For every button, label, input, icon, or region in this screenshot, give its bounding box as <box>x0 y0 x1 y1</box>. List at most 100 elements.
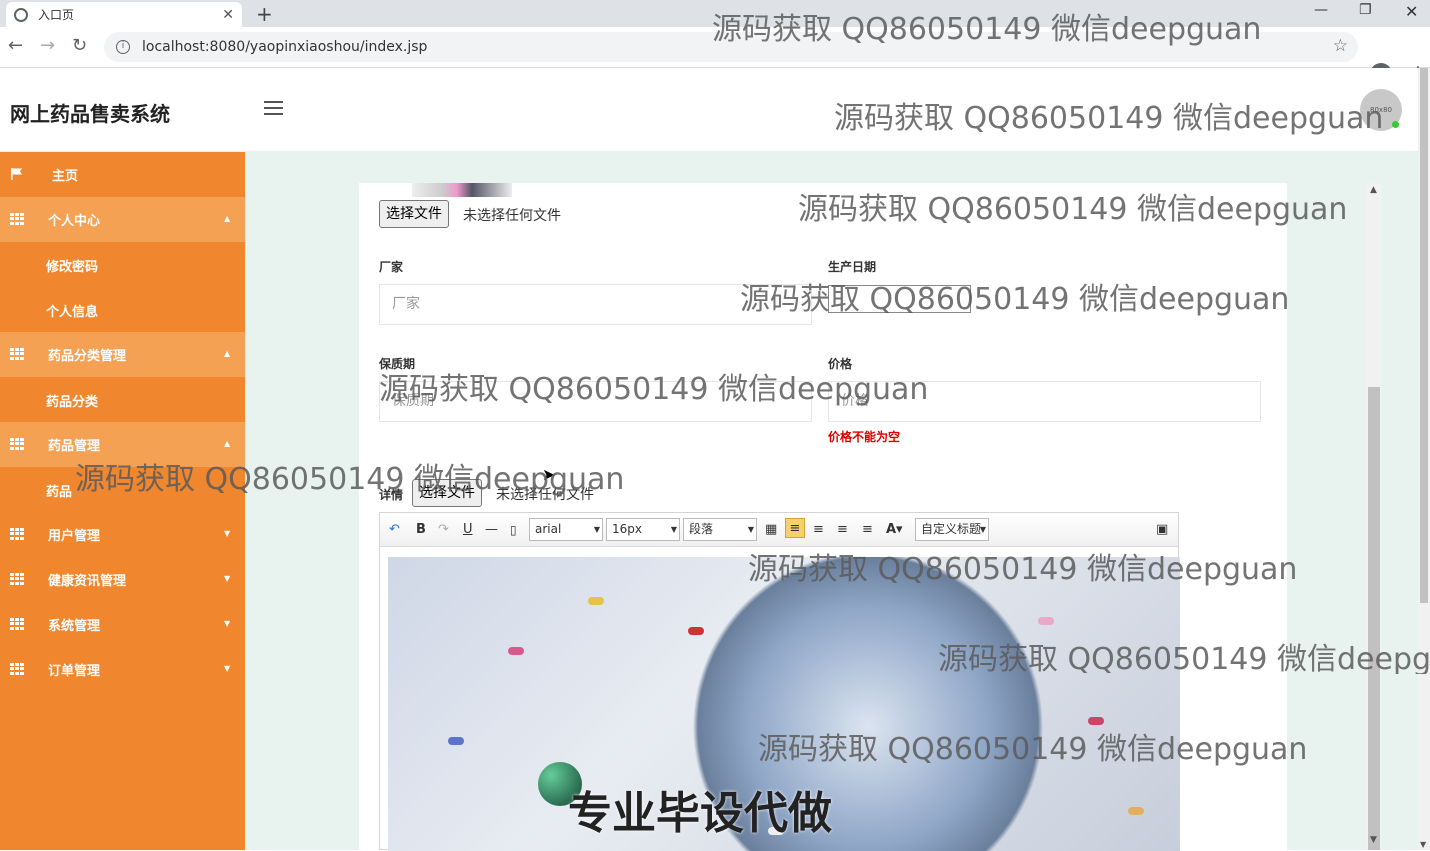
grid-icon <box>10 528 24 540</box>
no-file-text: 未选择任何文件 <box>463 208 561 224</box>
watermark-text: 源码获取 QQ86050149 微信deepguan <box>834 101 1384 136</box>
grid-icon <box>10 438 24 450</box>
pill-decoration <box>448 737 464 745</box>
sidebar: 主页 个人中心 ▲ 修改密码 个人信息 药品分类管理 ▲ 药品分类 药品管理 ▲… <box>0 152 245 850</box>
caret-down-icon: ▼ <box>224 529 231 538</box>
pill-decoration <box>1038 617 1054 625</box>
sidebar-item-personal-center[interactable]: 个人中心 ▲ <box>0 197 245 242</box>
align-left-icon[interactable]: ≡ <box>785 518 805 538</box>
hamburger-menu-icon[interactable] <box>264 101 283 115</box>
grid-icon <box>10 663 24 675</box>
new-tab-icon[interactable]: + <box>256 2 273 26</box>
dropdown-arrow-icon: ▼ <box>670 525 677 534</box>
underline-icon[interactable]: U <box>463 520 473 540</box>
sidebar-subitem-label: 修改密码 <box>46 260 99 275</box>
sidebar-subitem-change-password[interactable]: 修改密码 <box>0 242 245 287</box>
sidebar-item-label: 药品管理 <box>48 439 101 454</box>
production-date-label: 生产日期 <box>828 260 877 274</box>
caret-down-icon: ▼ <box>224 664 231 673</box>
browser-tab[interactable]: 入口页 ✕ <box>6 2 242 27</box>
page-icon[interactable]: ▯ <box>510 520 517 540</box>
sidebar-item-user-mgmt[interactable]: 用户管理 ▼ <box>0 512 245 557</box>
price-error-message: 价格不能为空 <box>828 430 901 444</box>
minimize-icon[interactable]: — <box>1314 2 1328 18</box>
reload-icon[interactable]: ↻ <box>72 35 87 56</box>
choose-image-file-button[interactable]: 选择文件 <box>379 200 449 228</box>
scroll-down-icon[interactable]: ▼ <box>1370 835 1377 845</box>
dropdown-arrow-icon: ▼ <box>747 525 754 534</box>
watermark-text: 源码获取 QQ86050149 微信deepguan <box>938 642 1430 674</box>
font-family-select[interactable]: arial ▼ <box>529 518 603 541</box>
justify-icon[interactable]: ≡ <box>862 520 873 540</box>
sidebar-item-health-news-mgmt[interactable]: 健康资讯管理 ▼ <box>0 557 245 602</box>
paragraph-select[interactable]: 段落 ▼ <box>683 518 757 541</box>
caret-down-icon: ▼ <box>224 574 231 583</box>
sidebar-item-label: 用户管理 <box>48 529 101 544</box>
custom-title-value: 自定义标题 <box>921 522 982 536</box>
paragraph-value: 段落 <box>689 522 714 536</box>
forward-icon[interactable]: → <box>40 35 55 56</box>
align-center-icon[interactable]: ≡ <box>837 520 848 540</box>
watermark-text: 源码获取 QQ86050149 微信deepguan <box>75 462 625 497</box>
scroll-down-icon[interactable]: ▼ <box>1420 840 1426 849</box>
watermark-text: 源码获取 QQ86050149 微信deepguan <box>758 732 1308 767</box>
font-family-value: arial <box>535 522 562 536</box>
align-right-icon[interactable]: ≡ <box>813 520 824 540</box>
scrollbar-thumb[interactable] <box>1368 387 1380 850</box>
sidebar-subitem-drug-category[interactable]: 药品分类 <box>0 377 245 422</box>
redo-icon[interactable]: ↷ <box>438 520 449 540</box>
sidebar-subitem-label: 药品分类 <box>46 395 99 410</box>
editor-toolbar: ↶ B ↷ U — ▯ arial ▼ 16px ▼ 段落 ▼ ▦ ≡ ≡ ≡ ≡ A… <box>380 513 1178 547</box>
scrollbar-thumb[interactable] <box>1420 68 1428 603</box>
caret-up-icon: ▲ <box>224 439 231 448</box>
close-window-icon[interactable]: ✕ <box>1405 2 1418 21</box>
custom-title-select[interactable]: 自定义标题 ▼ <box>915 518 989 541</box>
caret-up-icon: ▲ <box>224 349 231 358</box>
scroll-up-icon[interactable]: ▲ <box>1370 185 1377 195</box>
manufacturer-label: 厂家 <box>379 260 404 274</box>
online-status-dot <box>1392 121 1399 128</box>
globe-icon <box>14 7 28 22</box>
caret-down-icon: ▼ <box>224 619 231 628</box>
sidebar-subitem-label: 药品 <box>46 485 73 500</box>
font-color-icon[interactable]: A▾ <box>886 520 903 540</box>
horizontal-rule-icon[interactable]: — <box>485 520 498 540</box>
pill-decoration <box>1128 807 1144 815</box>
sidebar-item-system-mgmt[interactable]: 系统管理 ▼ <box>0 602 245 647</box>
pill-decoration <box>688 627 704 635</box>
undo-icon[interactable]: ↶ <box>389 520 400 540</box>
brand-title: 网上药品售卖系统 <box>10 102 170 126</box>
watermark-text: 源码获取 QQ86050149 微信deepguan <box>798 192 1348 227</box>
url-text: localhost:8080/yaopinxiaoshou/index.jsp <box>142 39 428 55</box>
info-icon[interactable]: i <box>116 40 130 54</box>
sidebar-item-label: 主页 <box>52 169 79 184</box>
sidebar-subitem-personal-info[interactable]: 个人信息 <box>0 287 245 332</box>
fullscreen-icon[interactable]: ▣ <box>1156 520 1168 540</box>
grid-icon <box>10 213 24 225</box>
font-size-select[interactable]: 16px ▼ <box>606 518 680 541</box>
watermark-clip: 源码获取 QQ86050149 微信deepguan <box>938 634 1430 674</box>
bookmark-star-icon[interactable]: ☆ <box>1333 36 1348 56</box>
close-tab-icon[interactable]: ✕ <box>222 7 234 23</box>
sidebar-item-home[interactable]: 主页 <box>0 152 245 197</box>
sidebar-item-order-mgmt[interactable]: 订单管理 ▼ <box>0 647 245 692</box>
sidebar-item-label: 订单管理 <box>48 664 101 679</box>
sidebar-item-label: 健康资讯管理 <box>48 574 127 589</box>
pill-decoration <box>588 597 604 605</box>
back-icon[interactable]: ← <box>8 35 23 56</box>
restore-icon[interactable]: ❐ <box>1359 2 1372 18</box>
font-size-value: 16px <box>612 522 642 536</box>
flag-icon <box>11 168 22 180</box>
content-scrollbar[interactable]: ▲ ▼ <box>1366 183 1382 850</box>
tab-title: 入口页 <box>38 8 75 22</box>
sidebar-item-label: 药品分类管理 <box>48 349 127 364</box>
table-icon[interactable]: ▦ <box>765 520 777 540</box>
caret-up-icon: ▲ <box>224 214 231 223</box>
sidebar-item-label: 个人中心 <box>48 214 101 229</box>
watermark-text: 源码获取 QQ86050149 微信deepguan <box>740 282 1290 317</box>
bold-icon[interactable]: B <box>416 520 426 540</box>
image-caption: 专业毕设代做 <box>568 788 832 839</box>
sidebar-item-drug-category-mgmt[interactable]: 药品分类管理 ▲ <box>0 332 245 377</box>
window-scrollbar[interactable]: ▼ <box>1418 68 1430 850</box>
dropdown-arrow-icon: ▼ <box>979 525 986 534</box>
